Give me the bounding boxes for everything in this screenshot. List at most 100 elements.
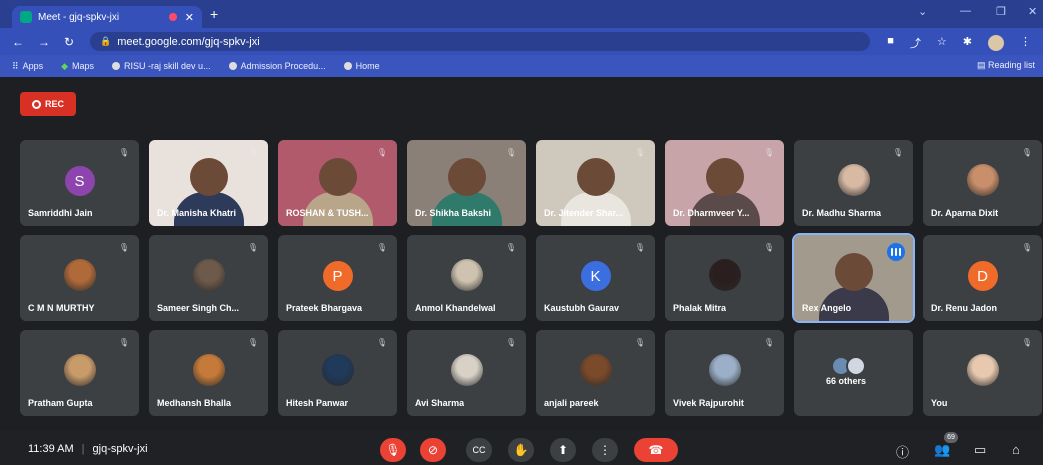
video-person-head bbox=[834, 253, 873, 291]
participant-tile[interactable]: D 🎙 Dr. Renu Jadon bbox=[923, 235, 1042, 321]
camera-in-use-icon[interactable]: ■ bbox=[887, 35, 894, 51]
video-person-head bbox=[447, 158, 486, 196]
participant-tile[interactable]: 🎙 Dr. Dharmveer Y... bbox=[665, 140, 784, 226]
participant-name: Phalak Mitra bbox=[673, 303, 727, 313]
participant-tile[interactable]: 🎙 Sameer Singh Ch... bbox=[149, 235, 268, 321]
participant-tile[interactable]: 🎙 You bbox=[923, 330, 1042, 416]
share-icon[interactable]: ⤴ bbox=[910, 35, 921, 51]
recording-badge[interactable]: REC bbox=[20, 92, 76, 116]
mic-off-icon: 🎙 bbox=[385, 443, 401, 457]
participant-tile[interactable]: 🎙Rex Angelo bbox=[792, 233, 915, 323]
back-icon[interactable]: ← bbox=[12, 35, 24, 49]
record-icon bbox=[31, 99, 41, 109]
participant-name: You bbox=[931, 398, 948, 408]
participant-name: Avi Sharma bbox=[415, 398, 465, 408]
profile-avatar[interactable] bbox=[988, 35, 1004, 51]
participant-tile[interactable]: 🎙 Dr. Manisha Khatri bbox=[149, 140, 268, 226]
avatar: D bbox=[967, 261, 998, 291]
people-icon[interactable]: 👥 bbox=[934, 442, 950, 458]
browser-actions: ■ ⤴ ☆ ✱ ⋮ bbox=[887, 35, 1031, 51]
captions-icon: CC bbox=[472, 445, 486, 455]
mic-muted-icon: 🎙 bbox=[505, 338, 517, 347]
camera-off-button[interactable]: ⊘ bbox=[420, 438, 446, 462]
browser-tab-meet[interactable]: Meet - gjq-spkv-jxi ✕ bbox=[12, 6, 202, 28]
participant-tile[interactable]: 🎙 C M N MURTHY bbox=[20, 235, 139, 321]
mic-muted-icon: 🎙 bbox=[247, 243, 259, 252]
more-options-button[interactable]: ⋮ bbox=[592, 438, 618, 462]
clock-time: 11:39 AM bbox=[28, 443, 74, 455]
globe-icon bbox=[343, 62, 352, 70]
present-screen-icon: ⬆ bbox=[557, 443, 569, 457]
participant-name: Pratham Gupta bbox=[28, 398, 93, 408]
participant-name: Samriddhi Jain bbox=[28, 208, 93, 218]
participant-name: anjali pareek bbox=[544, 398, 599, 408]
participant-tile[interactable]: 🎙 Dr. Jitender Shar... bbox=[536, 140, 655, 226]
new-tab-button[interactable]: + bbox=[210, 6, 218, 22]
participant-tile[interactable]: 🎙 Phalak Mitra bbox=[665, 235, 784, 321]
mic-muted-icon: 🎙 bbox=[247, 148, 259, 157]
participant-name: Dr. Aparna Dixit bbox=[931, 208, 999, 218]
activities-icon[interactable]: ⌂ bbox=[1012, 442, 1020, 457]
mic-muted-icon: 🎙 bbox=[118, 243, 130, 252]
participant-name: C M N MURTHY bbox=[28, 303, 95, 313]
mic-muted-icon: 🎙 bbox=[634, 148, 646, 157]
star-icon[interactable]: ☆ bbox=[937, 35, 947, 51]
participant-tile[interactable]: 🎙 anjali pareek bbox=[536, 330, 655, 416]
reload-icon[interactable]: ↻ bbox=[64, 35, 74, 49]
url-text: meet.google.com/gjq-spkv-jxi bbox=[117, 35, 260, 48]
participant-tile[interactable]: 🎙 Hitesh Panwar bbox=[278, 330, 397, 416]
bookmark-home[interactable]: Home bbox=[343, 61, 380, 71]
captions-button[interactable]: CC bbox=[466, 438, 492, 462]
participant-name: Dr. Madhu Sharma bbox=[802, 208, 882, 218]
extensions-icon[interactable]: ✱ bbox=[963, 35, 972, 51]
participant-tile[interactable]: 🎙 Dr. Shikha Bakshi bbox=[407, 140, 526, 226]
participant-name: Prateek Bhargava bbox=[286, 303, 363, 313]
participant-tile[interactable]: 🎙 Dr. Aparna Dixit bbox=[923, 140, 1042, 226]
reading-list-button[interactable]: ▤ Reading list bbox=[977, 60, 1035, 71]
mic-muted-icon: 🎙 bbox=[376, 243, 388, 252]
participant-tile[interactable]: 🎙 Avi Sharma bbox=[407, 330, 526, 416]
participant-tile[interactable]: S 🎙 Samriddhi Jain bbox=[20, 140, 139, 226]
participant-tile[interactable]: 🎙 Anmol Khandelwal bbox=[407, 235, 526, 321]
more-vert-icon: ⋮ bbox=[599, 443, 611, 457]
bookmark-admission[interactable]: Admission Procedu... bbox=[228, 61, 326, 71]
raise-hand-button[interactable]: ✋ bbox=[508, 438, 534, 462]
participant-tile[interactable]: 🎙 Dr. Madhu Sharma bbox=[794, 140, 913, 226]
chevron-down-icon[interactable]: ⌄ bbox=[918, 5, 927, 18]
avatar bbox=[966, 164, 999, 196]
window-close-icon[interactable]: ✕ bbox=[1028, 5, 1037, 18]
present-button[interactable]: ⬆ bbox=[550, 438, 576, 462]
url-field[interactable]: 🔒 meet.google.com/gjq-spkv-jxi bbox=[90, 32, 870, 51]
more-menu-icon[interactable]: ⋮ bbox=[1020, 35, 1031, 51]
participant-tile[interactable]: P 🎙 Prateek Bhargava bbox=[278, 235, 397, 321]
bookmark-apps[interactable]: ⠿ Apps bbox=[12, 61, 43, 72]
participant-tile[interactable]: 🎙 ROSHAN & TUSH... bbox=[278, 140, 397, 226]
participant-name: Dr. Shikha Bakshi bbox=[415, 208, 492, 218]
mic-muted-icon: 🎙 bbox=[763, 148, 775, 157]
forward-icon[interactable]: → bbox=[38, 35, 50, 49]
maps-icon: ◆ bbox=[61, 60, 69, 71]
participant-tile[interactable]: 66 others bbox=[794, 330, 913, 416]
video-person-head bbox=[318, 158, 357, 196]
participant-tile[interactable]: 🎙 Pratham Gupta bbox=[20, 330, 139, 416]
avatar bbox=[63, 259, 96, 291]
phone-hangup-icon: ☎ bbox=[648, 443, 664, 457]
bookmark-maps[interactable]: ◆ Maps bbox=[61, 61, 94, 72]
tab-close-icon[interactable]: ✕ bbox=[185, 11, 194, 24]
restore-icon[interactable]: ❐ bbox=[996, 5, 1006, 18]
avatar: P bbox=[322, 261, 353, 291]
chat-icon[interactable]: ▭ bbox=[974, 442, 986, 458]
participant-tile[interactable]: K 🎙 Kaustubh Gaurav bbox=[536, 235, 655, 321]
mic-muted-icon: 🎙 bbox=[247, 338, 259, 347]
leave-call-button[interactable]: ☎ bbox=[634, 438, 678, 462]
mic-off-button[interactable]: 🎙 bbox=[380, 438, 406, 462]
minimize-icon[interactable]: — bbox=[960, 5, 971, 17]
participant-tile[interactable]: 🎙 Vivek Rajpurohit bbox=[665, 330, 784, 416]
meeting-toolbar: 11:39 AM | gjq-spkv-jxi 🎙 ⊘ CC ✋ ⬆ ⋮ ☎ ⓘ… bbox=[0, 430, 1043, 465]
participant-tile[interactable]: 🎙 Medhansh Bhalla bbox=[149, 330, 268, 416]
bookmark-risu[interactable]: RISU -raj skill dev u... bbox=[112, 61, 211, 71]
camera-off-icon: ⊘ bbox=[427, 443, 439, 457]
mic-muted-icon: 🎙 bbox=[1021, 338, 1033, 347]
meeting-details-icon[interactable]: ⓘ bbox=[896, 442, 909, 461]
address-bar: ← → ↻ 🔒 meet.google.com/gjq-spkv-jxi ■ ⤴… bbox=[0, 28, 1043, 55]
